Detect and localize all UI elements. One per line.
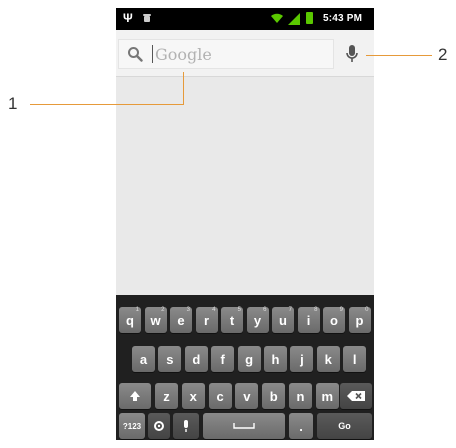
gear-icon: [154, 421, 164, 431]
key-label: t: [229, 312, 235, 328]
key-label: l: [352, 351, 357, 367]
key-r[interactable]: r4: [195, 307, 218, 333]
key-label: n: [296, 388, 305, 404]
key-alt-label: 3: [186, 307, 190, 313]
callout-1-vertical: [183, 72, 184, 105]
key-label: c: [216, 388, 224, 404]
key-t[interactable]: t5: [221, 307, 243, 333]
key-k[interactable]: k: [316, 346, 340, 372]
usb-icon: Ψ: [123, 11, 133, 25]
key-s[interactable]: s: [158, 346, 182, 372]
key-alt-label: 8: [314, 307, 318, 313]
key-label: f: [220, 351, 225, 367]
key-label: i: [306, 312, 311, 328]
signal-icon: [288, 13, 300, 25]
key-b[interactable]: b: [262, 383, 286, 409]
key-l[interactable]: l: [343, 346, 367, 372]
search-input[interactable]: [153, 42, 327, 66]
suggestions-area: [116, 77, 374, 295]
key-m[interactable]: m: [315, 383, 339, 409]
key-alt-label: 1: [135, 307, 139, 313]
key-label: s: [166, 351, 174, 367]
key-label: a: [139, 351, 148, 367]
key-u[interactable]: u7: [272, 307, 294, 333]
callout-1-label: 1: [8, 94, 18, 113]
delete-key[interactable]: [340, 383, 372, 409]
key-label: x: [189, 388, 197, 404]
shift-icon: [130, 391, 140, 401]
search-icon: [128, 47, 143, 62]
space-icon: [233, 423, 255, 429]
key-y[interactable]: y6: [246, 307, 269, 333]
key-v[interactable]: v: [235, 383, 259, 409]
key-label: u: [279, 312, 287, 328]
key-label: j: [300, 351, 304, 367]
key-c[interactable]: c: [208, 383, 232, 409]
search-field[interactable]: [118, 39, 334, 69]
symbols-key[interactable]: ?123: [119, 413, 145, 439]
key-label: b: [269, 388, 278, 404]
battery-icon: [306, 12, 313, 24]
settings-key[interactable]: [148, 413, 170, 439]
microphone-icon: [346, 45, 358, 62]
key-h[interactable]: h: [264, 346, 287, 372]
backspace-icon: [347, 391, 365, 401]
key-e[interactable]: e3: [170, 307, 192, 333]
key-g[interactable]: g: [237, 346, 261, 372]
key-o[interactable]: o9: [323, 307, 345, 333]
go-key[interactable]: Go: [317, 413, 372, 439]
key-p[interactable]: p0: [348, 307, 371, 333]
callout-2-line: [366, 55, 432, 56]
key-label: k: [324, 351, 332, 367]
key-alt-label: 0: [365, 307, 369, 313]
status-time: 5:43 PM: [323, 13, 363, 24]
space-key[interactable]: [203, 413, 285, 439]
microphone-icon: [184, 419, 188, 432]
key-i[interactable]: i8: [297, 307, 320, 333]
key-alt-label: 6: [263, 307, 267, 313]
key-label: e: [177, 312, 185, 328]
key-a[interactable]: a: [132, 346, 155, 372]
shift-key[interactable]: [119, 383, 151, 409]
voice-input-key[interactable]: [173, 413, 199, 439]
key-z[interactable]: z: [155, 383, 178, 409]
wifi-icon: [271, 13, 283, 23]
voice-search-button[interactable]: [334, 39, 372, 69]
key-w[interactable]: w2: [144, 307, 167, 333]
key-label: p: [355, 312, 364, 328]
key-n[interactable]: n: [289, 383, 312, 409]
key-q[interactable]: q1: [119, 307, 141, 333]
android-debug-icon: [143, 14, 151, 22]
key-d[interactable]: d: [184, 346, 208, 372]
key-alt-label: 9: [339, 307, 343, 313]
key-label: y: [253, 312, 262, 328]
period-key[interactable]: .: [289, 413, 313, 439]
search-bar: [116, 30, 374, 77]
key-j[interactable]: j: [290, 346, 314, 372]
key-alt-label: 4: [212, 307, 216, 313]
soft-keyboard: q1w2e3r4t5y6u7i8o9p0 asdfghjkl zxcvbnm ?…: [116, 295, 374, 440]
key-x[interactable]: x: [181, 383, 205, 409]
key-label: r: [203, 312, 210, 328]
key-label: h: [271, 351, 280, 367]
key-label: d: [192, 351, 201, 367]
status-bar: Ψ 5:43 PM: [116, 8, 374, 30]
callout-2-label: 2: [438, 45, 448, 64]
key-label: z: [163, 388, 170, 404]
key-alt-label: 7: [288, 307, 292, 313]
key-label: v: [243, 388, 251, 404]
key-label: m: [321, 388, 334, 404]
callout-1-horizontal: [30, 104, 183, 105]
key-label: o: [330, 312, 338, 328]
key-alt-label: 5: [237, 307, 241, 313]
key-label: q: [126, 312, 134, 328]
key-alt-label: 2: [161, 307, 165, 313]
phone-screen: Ψ 5:43 PM Google q 1 w 2 e 3 r 4 t 5 y 6…: [116, 8, 374, 440]
key-label: g: [245, 351, 254, 367]
key-label: w: [150, 312, 161, 328]
key-f[interactable]: f: [211, 346, 235, 372]
